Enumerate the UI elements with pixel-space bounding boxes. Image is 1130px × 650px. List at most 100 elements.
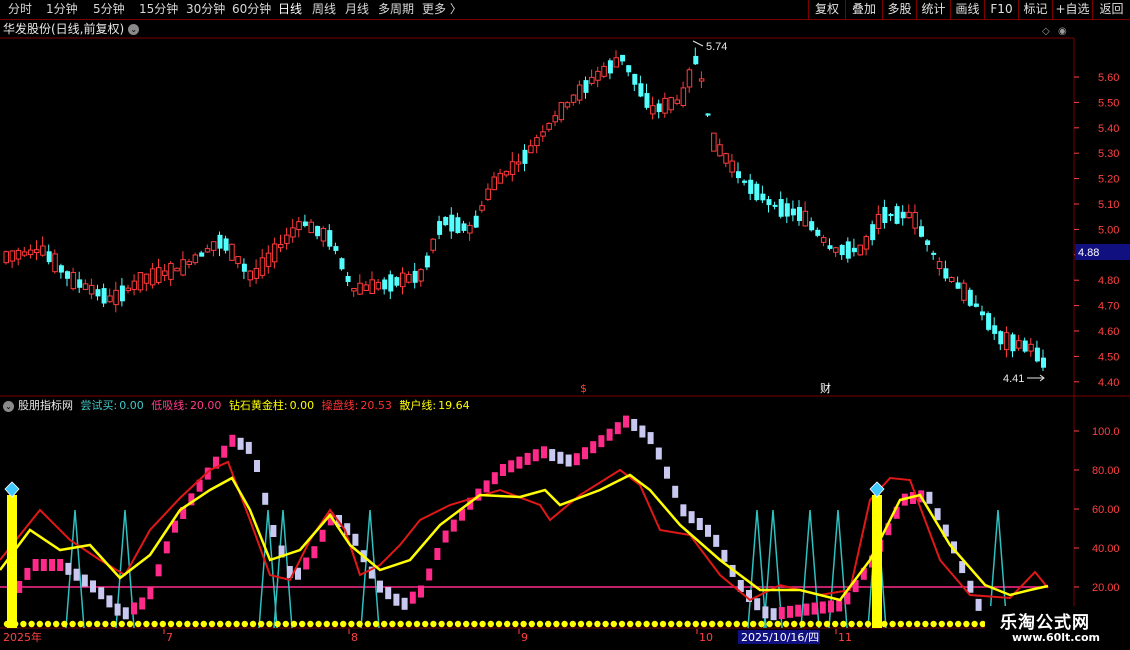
baseline-dot	[750, 620, 757, 628]
baseline-dot	[208, 620, 216, 628]
candle-body	[46, 251, 52, 263]
time-label-year: 2025年	[3, 630, 42, 644]
finance-marker[interactable]: 财	[820, 381, 831, 395]
stair-block	[409, 591, 416, 604]
baseline-dot	[823, 620, 831, 628]
candle-body	[509, 161, 516, 175]
candle-body	[424, 255, 430, 268]
baseline-dot	[955, 620, 962, 628]
baseline-dot	[258, 620, 265, 628]
baseline-dot	[840, 620, 847, 628]
candle-body	[412, 270, 418, 283]
stair-block	[237, 437, 244, 450]
baseline-dot	[364, 620, 371, 628]
baseline-dot	[938, 620, 945, 628]
candle-body	[900, 211, 906, 219]
time-label-month: 7	[166, 631, 173, 644]
candle-body	[760, 193, 766, 201]
candle-body	[308, 221, 314, 234]
diamond-icon[interactable]: ◇	[1042, 26, 1050, 37]
candle-body	[406, 274, 412, 283]
candle-body	[888, 213, 894, 217]
candle-body	[967, 289, 973, 306]
stair-block	[221, 445, 228, 458]
candle-body	[919, 226, 924, 237]
baseline-dot	[53, 620, 60, 628]
candle-body	[357, 282, 363, 295]
dividend-marker[interactable]: $	[580, 382, 587, 395]
stair-block	[598, 435, 605, 448]
stair-block	[573, 453, 580, 466]
candle-body	[632, 73, 638, 85]
candle-body	[613, 57, 619, 68]
baseline-dot	[241, 620, 248, 628]
candle-body	[65, 271, 70, 279]
stair-block	[122, 607, 129, 620]
candle-body	[259, 257, 266, 276]
baseline-dot	[331, 620, 339, 628]
stair-block	[270, 525, 277, 537]
baseline-dot	[668, 620, 675, 628]
baseline-dot	[864, 620, 872, 628]
stair-block	[606, 428, 613, 441]
baseline-dot	[971, 620, 978, 628]
candle-body	[686, 69, 693, 88]
candle-body	[943, 268, 949, 279]
candle-body	[204, 248, 211, 253]
stair-block	[319, 529, 326, 542]
stair-block	[245, 441, 252, 454]
baseline-dot	[36, 620, 43, 628]
candle-body	[723, 153, 729, 164]
candle-body	[528, 145, 534, 154]
baseline-dot	[167, 620, 175, 628]
candle-body	[552, 115, 558, 123]
candle-body	[162, 270, 168, 276]
baseline-dot	[348, 620, 355, 628]
candle-body	[894, 206, 900, 224]
time-label-month: 11	[838, 631, 852, 644]
stair-block	[828, 600, 834, 613]
baseline-dot	[94, 620, 101, 628]
stair-block	[16, 580, 23, 593]
baseline-dot	[3, 620, 11, 628]
candle-body	[1041, 357, 1046, 368]
baseline-dot	[610, 620, 617, 628]
candle-body	[863, 236, 870, 250]
candle-body	[638, 83, 644, 97]
stair-block	[303, 557, 310, 570]
candle-body	[40, 245, 46, 256]
candle-body	[327, 230, 333, 247]
baseline-dot	[807, 620, 814, 628]
candle-body	[1022, 340, 1028, 352]
candle-body	[1034, 347, 1040, 362]
stair-block	[32, 559, 39, 571]
chart-canvas[interactable]: 5.605.505.405.305.205.105.004.904.804.70…	[0, 0, 1130, 650]
candle-body	[857, 244, 863, 256]
candle-body	[931, 252, 937, 255]
candle-body	[186, 261, 192, 266]
baseline-dot	[397, 620, 404, 628]
stair-block	[680, 504, 687, 517]
candle-body	[748, 179, 754, 194]
baseline-dot	[700, 620, 708, 628]
baseline-dot	[553, 620, 560, 628]
baseline-dot	[495, 620, 503, 628]
retail-line	[0, 473, 1049, 602]
stair-block	[73, 568, 80, 581]
candle-body	[955, 282, 961, 289]
baseline-dot	[635, 620, 642, 628]
stair-block	[549, 449, 556, 462]
baseline-dot	[44, 620, 52, 628]
settings-icon[interactable]: ◉	[1058, 26, 1067, 37]
baseline-dot	[856, 620, 863, 628]
candle-body	[662, 97, 668, 114]
baseline-dot	[766, 620, 773, 628]
candle-body	[107, 295, 113, 303]
candle-body	[644, 93, 650, 108]
time-label-month: 8	[351, 631, 358, 644]
baseline-dot	[200, 620, 207, 628]
candle-body	[820, 237, 827, 243]
baseline-dot	[914, 620, 921, 628]
candle-body	[491, 176, 497, 191]
baseline-dot	[12, 620, 19, 628]
